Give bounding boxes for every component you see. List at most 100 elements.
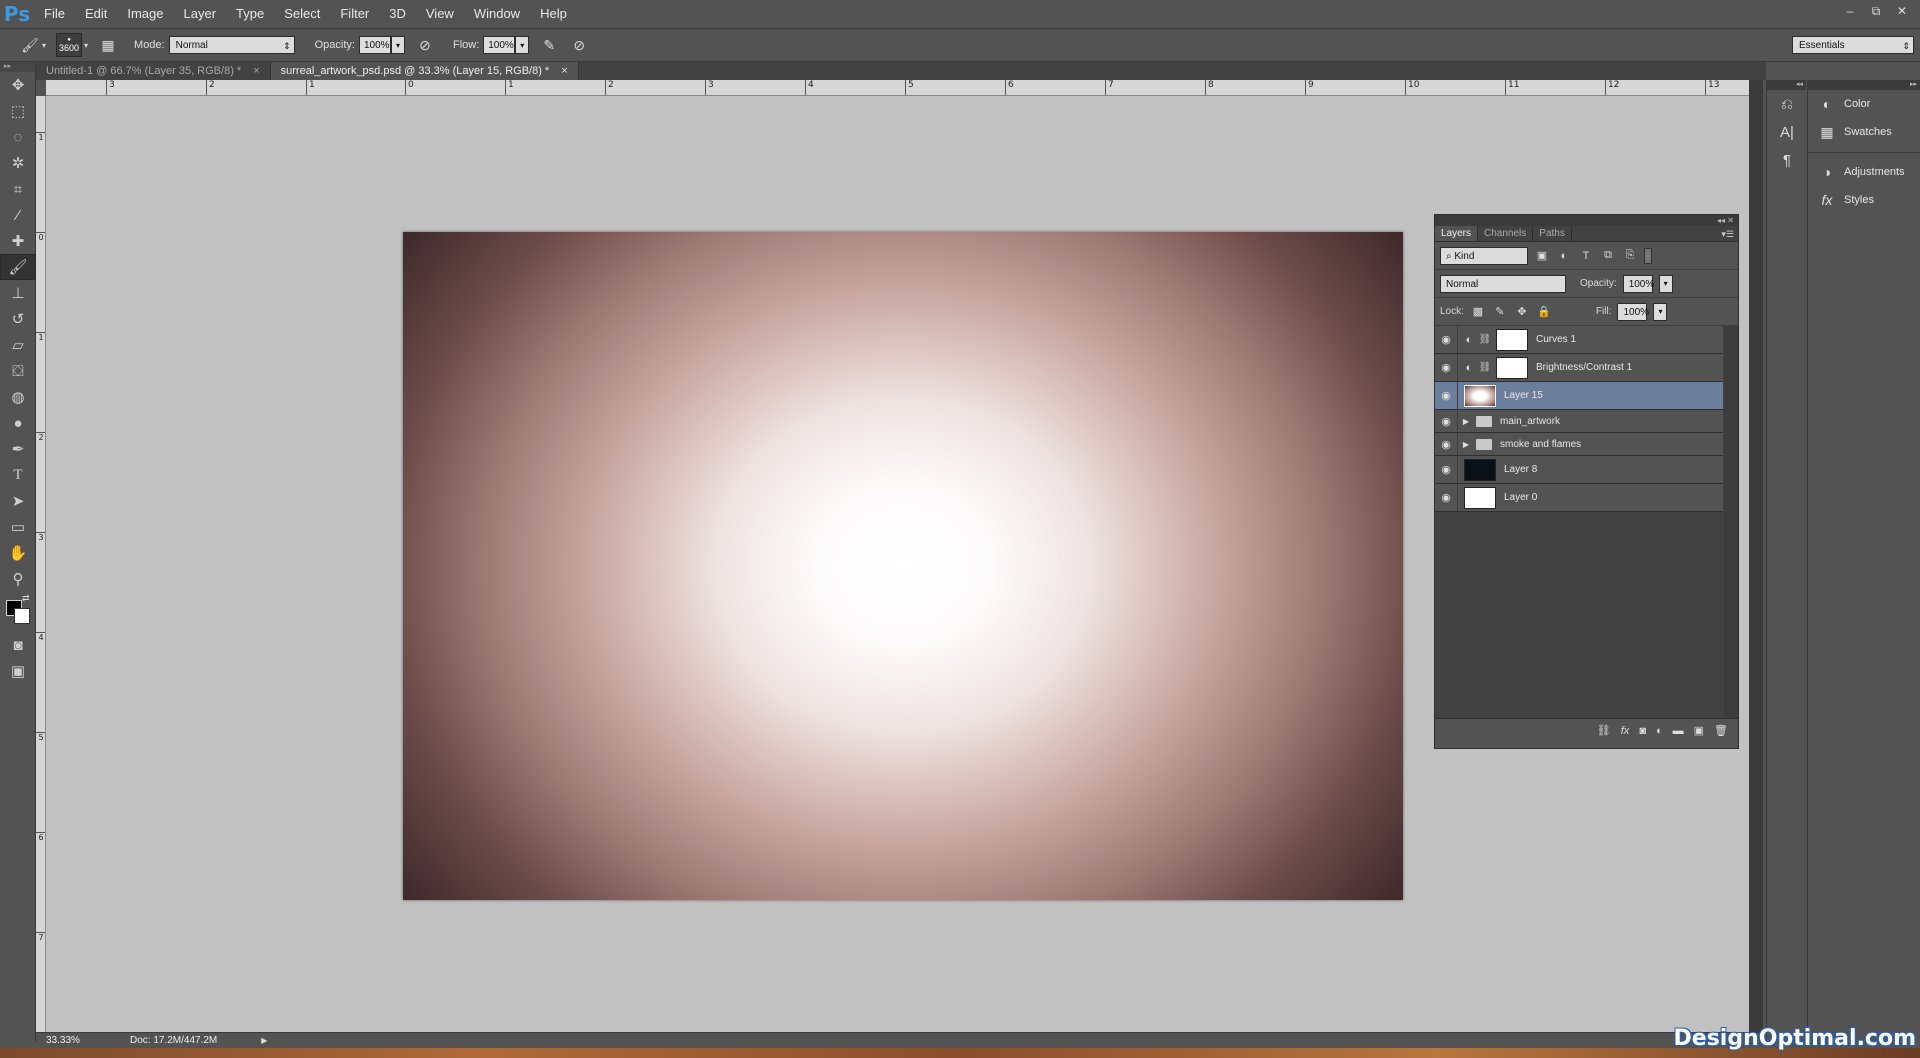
menu-view[interactable]: View [416,0,464,28]
visibility-eye-icon[interactable]: ◉ [1435,491,1457,504]
close-button[interactable]: ✕ [1890,2,1914,20]
blur-tool-icon[interactable]: ◍ [0,384,36,410]
lock-pixels-icon[interactable]: ✎ [1492,304,1508,320]
menu-help[interactable]: Help [530,0,577,28]
visibility-eye-icon[interactable]: ◉ [1435,361,1457,374]
layer-opacity-dropdown[interactable]: ▾ [1658,274,1673,293]
layer-row-main-artwork[interactable]: ◉ ▶ main_artwork [1435,410,1723,433]
menu-filter[interactable]: Filter [330,0,379,28]
restore-button[interactable]: ⧉ [1864,2,1888,20]
layers-panel-collapse-icon[interactable]: ◂◂ ✕ [1435,215,1738,226]
marquee-tool-icon[interactable]: ⬚ [0,98,36,124]
screen-mode-icon[interactable]: ▣ [0,658,36,684]
layer-thumbnail[interactable] [1464,384,1496,407]
layer-row-layer-0[interactable]: ◉ Layer 0 [1435,484,1723,512]
brush-preset-icon[interactable]: 🖌 [18,33,42,57]
menu-edit[interactable]: Edit [75,0,117,28]
quick-mask-icon[interactable]: ◙ [0,632,36,658]
tools-collapse-icon[interactable]: ▸▸ [0,62,35,72]
eyedropper-tool-icon[interactable]: ⁄ [0,202,36,228]
lock-transparency-icon[interactable]: ▩ [1470,304,1486,320]
link-icon[interactable]: ⛓ [1478,334,1492,345]
mode-select[interactable]: Normal [168,36,295,55]
history-icon[interactable]: ⎌ [1767,90,1807,118]
minimize-button[interactable]: – [1838,2,1862,20]
layer-row-layer-8[interactable]: ◉ Layer 8 [1435,456,1723,484]
layer-row-brightness-contrast[interactable]: ◉ ◐ ⛓ Brightness/Contrast 1 [1435,354,1723,382]
color-panel-button[interactable]: ◐ Color [1808,90,1920,118]
expand-group-icon[interactable]: ▶ [1460,440,1472,449]
mask-thumbnail[interactable] [1496,356,1528,379]
filter-adjustment-icon[interactable]: ◐ [1556,248,1572,264]
tab-untitled-1[interactable]: Untitled-1 @ 66.7% (Layer 35, RGB/8) * × [36,62,271,80]
tab-surreal-artwork[interactable]: surreal_artwork_psd.psd @ 33.3% (Layer 1… [270,62,579,80]
filter-toggle[interactable] [1644,247,1652,264]
hand-tool-icon[interactable]: ✋ [0,540,36,566]
styles-panel-button[interactable]: fx Styles [1808,186,1920,214]
layer-thumbnail[interactable] [1464,486,1496,509]
new-layer-icon[interactable]: ▣ [1694,724,1704,737]
flow-dropdown-button[interactable]: ▾ [515,36,530,54]
menu-type[interactable]: Type [226,0,274,28]
visibility-eye-icon[interactable]: ◉ [1435,415,1457,428]
mask-thumbnail[interactable] [1496,328,1528,351]
opacity-dropdown-button[interactable]: ▾ [390,36,405,54]
filter-kind-select[interactable]: ⌕ Kind [1440,246,1528,265]
layer-row-curves[interactable]: ◉ ◐ ⛓ Curves 1 [1435,326,1723,354]
fill-field[interactable]: 100% [1617,302,1649,321]
zoom-tool-icon[interactable]: ⚲ [0,566,36,592]
link-icon[interactable]: ⛓ [1478,362,1492,373]
menu-select[interactable]: Select [274,0,330,28]
close-tab-icon[interactable]: × [253,62,259,80]
link-layers-icon[interactable]: ⛓ [1597,724,1611,737]
menu-window[interactable]: Window [464,0,530,28]
workspace-select[interactable]: Essentials [1792,36,1914,55]
visibility-eye-icon[interactable]: ◉ [1435,389,1457,402]
delete-layer-icon[interactable]: 🗑 [1714,724,1728,737]
lasso-tool-icon[interactable]: ◌ [0,124,36,150]
menu-3d[interactable]: 3D [379,0,416,28]
filter-pixel-icon[interactable]: ▣ [1534,248,1550,264]
menu-file[interactable]: File [34,0,75,28]
dock-collapse-icon[interactable]: ◂◂ [1767,80,1806,90]
tab-paths[interactable]: Paths [1533,226,1572,241]
layers-scrollbar[interactable] [1724,326,1738,718]
filter-type-icon[interactable]: T [1578,248,1594,264]
dropdown-arrow-icon[interactable]: ▾ [42,41,46,50]
swap-colors-icon[interactable]: ⇄ [22,593,30,604]
document-canvas[interactable] [403,232,1403,900]
paragraph-icon[interactable]: ¶ [1767,146,1807,174]
layer-style-icon[interactable]: fx [1621,725,1630,737]
lock-position-icon[interactable]: ✥ [1514,304,1530,320]
new-adjustment-icon[interactable]: ◐ [1656,725,1663,737]
pressure-opacity-icon[interactable]: ⊘ [413,33,437,57]
filter-shape-icon[interactable]: ⧉ [1600,248,1616,264]
visibility-eye-icon[interactable]: ◉ [1435,333,1457,346]
fill-dropdown[interactable]: ▾ [1653,302,1668,321]
magic-wand-tool-icon[interactable]: ✲ [0,150,36,176]
adjustments-panel-button[interactable]: ◑ Adjustments [1808,158,1920,186]
pressure-size-icon[interactable]: ⊘ [567,33,591,57]
tab-layers[interactable]: Layers [1435,226,1479,241]
tab-channels[interactable]: Channels [1478,226,1534,241]
layer-opacity-field[interactable]: 100% [1622,274,1654,293]
filter-smart-object-icon[interactable]: ⎘ [1622,248,1638,264]
menu-image[interactable]: Image [117,0,173,28]
brush-panel-toggle-icon[interactable]: ▦ [96,33,120,57]
vertical-scrollbar[interactable] [1749,80,1763,1032]
close-tab-icon[interactable]: × [561,62,567,80]
zoom-level[interactable]: 33.33% [36,1035,96,1046]
path-selection-tool-icon[interactable]: ➤ [0,488,36,514]
swatches-panel-button[interactable]: ▦ Swatches [1808,118,1920,146]
crop-tool-icon[interactable]: ⌗ [0,176,36,202]
clone-stamp-tool-icon[interactable]: ⊥ [0,280,36,306]
layer-thumbnail[interactable] [1464,458,1496,481]
lock-all-icon[interactable]: 🔒 [1536,304,1552,320]
eraser-tool-icon[interactable]: ▱ [0,332,36,358]
rectangle-tool-icon[interactable]: ▭ [0,514,36,540]
new-group-icon[interactable]: ▬ [1673,725,1684,737]
expand-group-icon[interactable]: ▶ [1460,417,1472,426]
airbrush-icon[interactable]: ✎ [537,33,561,57]
move-tool-icon[interactable]: ✥ [0,72,36,98]
character-icon[interactable]: A| [1767,118,1807,146]
